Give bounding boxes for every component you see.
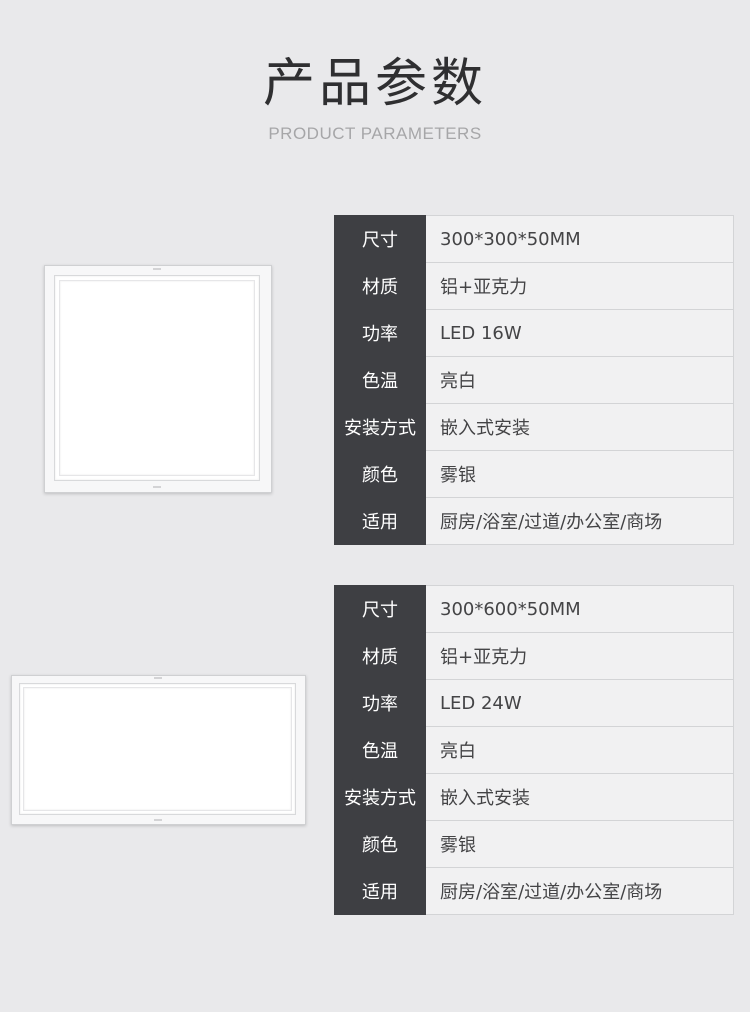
spec-label: 尺寸 — [334, 585, 426, 633]
table-row: 色温 亮白 — [334, 356, 734, 404]
spec-label: 功率 — [334, 309, 426, 357]
spec-label: 功率 — [334, 679, 426, 727]
spec-label: 色温 — [334, 356, 426, 404]
spec-value: LED 24W — [425, 679, 734, 727]
spec-table-rectangular: 尺寸 300*600*50MM 材质 铝+亚克力 功率 LED 24W 色温 亮… — [334, 585, 734, 915]
spec-label: 适用 — [334, 867, 426, 915]
table-row: 材质 铝+亚克力 — [334, 262, 734, 310]
spec-value: 300*300*50MM — [425, 215, 734, 263]
spec-value: 嵌入式安装 — [425, 773, 734, 821]
spec-label: 尺寸 — [334, 215, 426, 263]
spec-value: 铝+亚克力 — [425, 632, 734, 680]
page-title: 产品参数 — [262, 54, 487, 114]
table-row: 颜色 雾银 — [334, 450, 734, 498]
spec-value: 厨房/浴室/过道/办公室/商场 — [425, 497, 734, 545]
spec-label: 颜色 — [334, 450, 426, 498]
table-row: 适用 厨房/浴室/过道/办公室/商场 — [334, 497, 734, 545]
table-row: 安装方式 嵌入式安装 — [334, 403, 734, 451]
spec-label: 材质 — [334, 262, 426, 310]
spec-value: 嵌入式安装 — [425, 403, 734, 451]
spec-label: 颜色 — [334, 820, 426, 868]
rectangular-panel-light-image — [11, 675, 306, 825]
spec-label: 安装方式 — [334, 403, 426, 451]
spec-table-square: 尺寸 300*300*50MM 材质 铝+亚克力 功率 LED 16W 色温 亮… — [334, 215, 734, 545]
spec-value: 雾银 — [425, 450, 734, 498]
table-row: 颜色 雾银 — [334, 820, 734, 868]
spec-value: 300*600*50MM — [425, 585, 734, 633]
spec-value: 厨房/浴室/过道/办公室/商场 — [425, 867, 734, 915]
table-row: 安装方式 嵌入式安装 — [334, 773, 734, 821]
table-row: 功率 LED 24W — [334, 679, 734, 727]
table-row: 尺寸 300*600*50MM — [334, 585, 734, 633]
table-row: 功率 LED 16W — [334, 309, 734, 357]
spec-label: 适用 — [334, 497, 426, 545]
table-row: 尺寸 300*300*50MM — [334, 215, 734, 263]
spec-label: 安装方式 — [334, 773, 426, 821]
table-row: 材质 铝+亚克力 — [334, 632, 734, 680]
spec-value: 铝+亚克力 — [425, 262, 734, 310]
table-row: 适用 厨房/浴室/过道/办公室/商场 — [334, 867, 734, 915]
spec-value: 雾银 — [425, 820, 734, 868]
spec-value: 亮白 — [425, 356, 734, 404]
spec-label: 材质 — [334, 632, 426, 680]
spec-value: LED 16W — [425, 309, 734, 357]
page-subtitle: PRODUCT PARAMETERS — [268, 124, 482, 143]
square-panel-light-image — [44, 265, 272, 493]
table-row: 色温 亮白 — [334, 726, 734, 774]
spec-label: 色温 — [334, 726, 426, 774]
spec-value: 亮白 — [425, 726, 734, 774]
